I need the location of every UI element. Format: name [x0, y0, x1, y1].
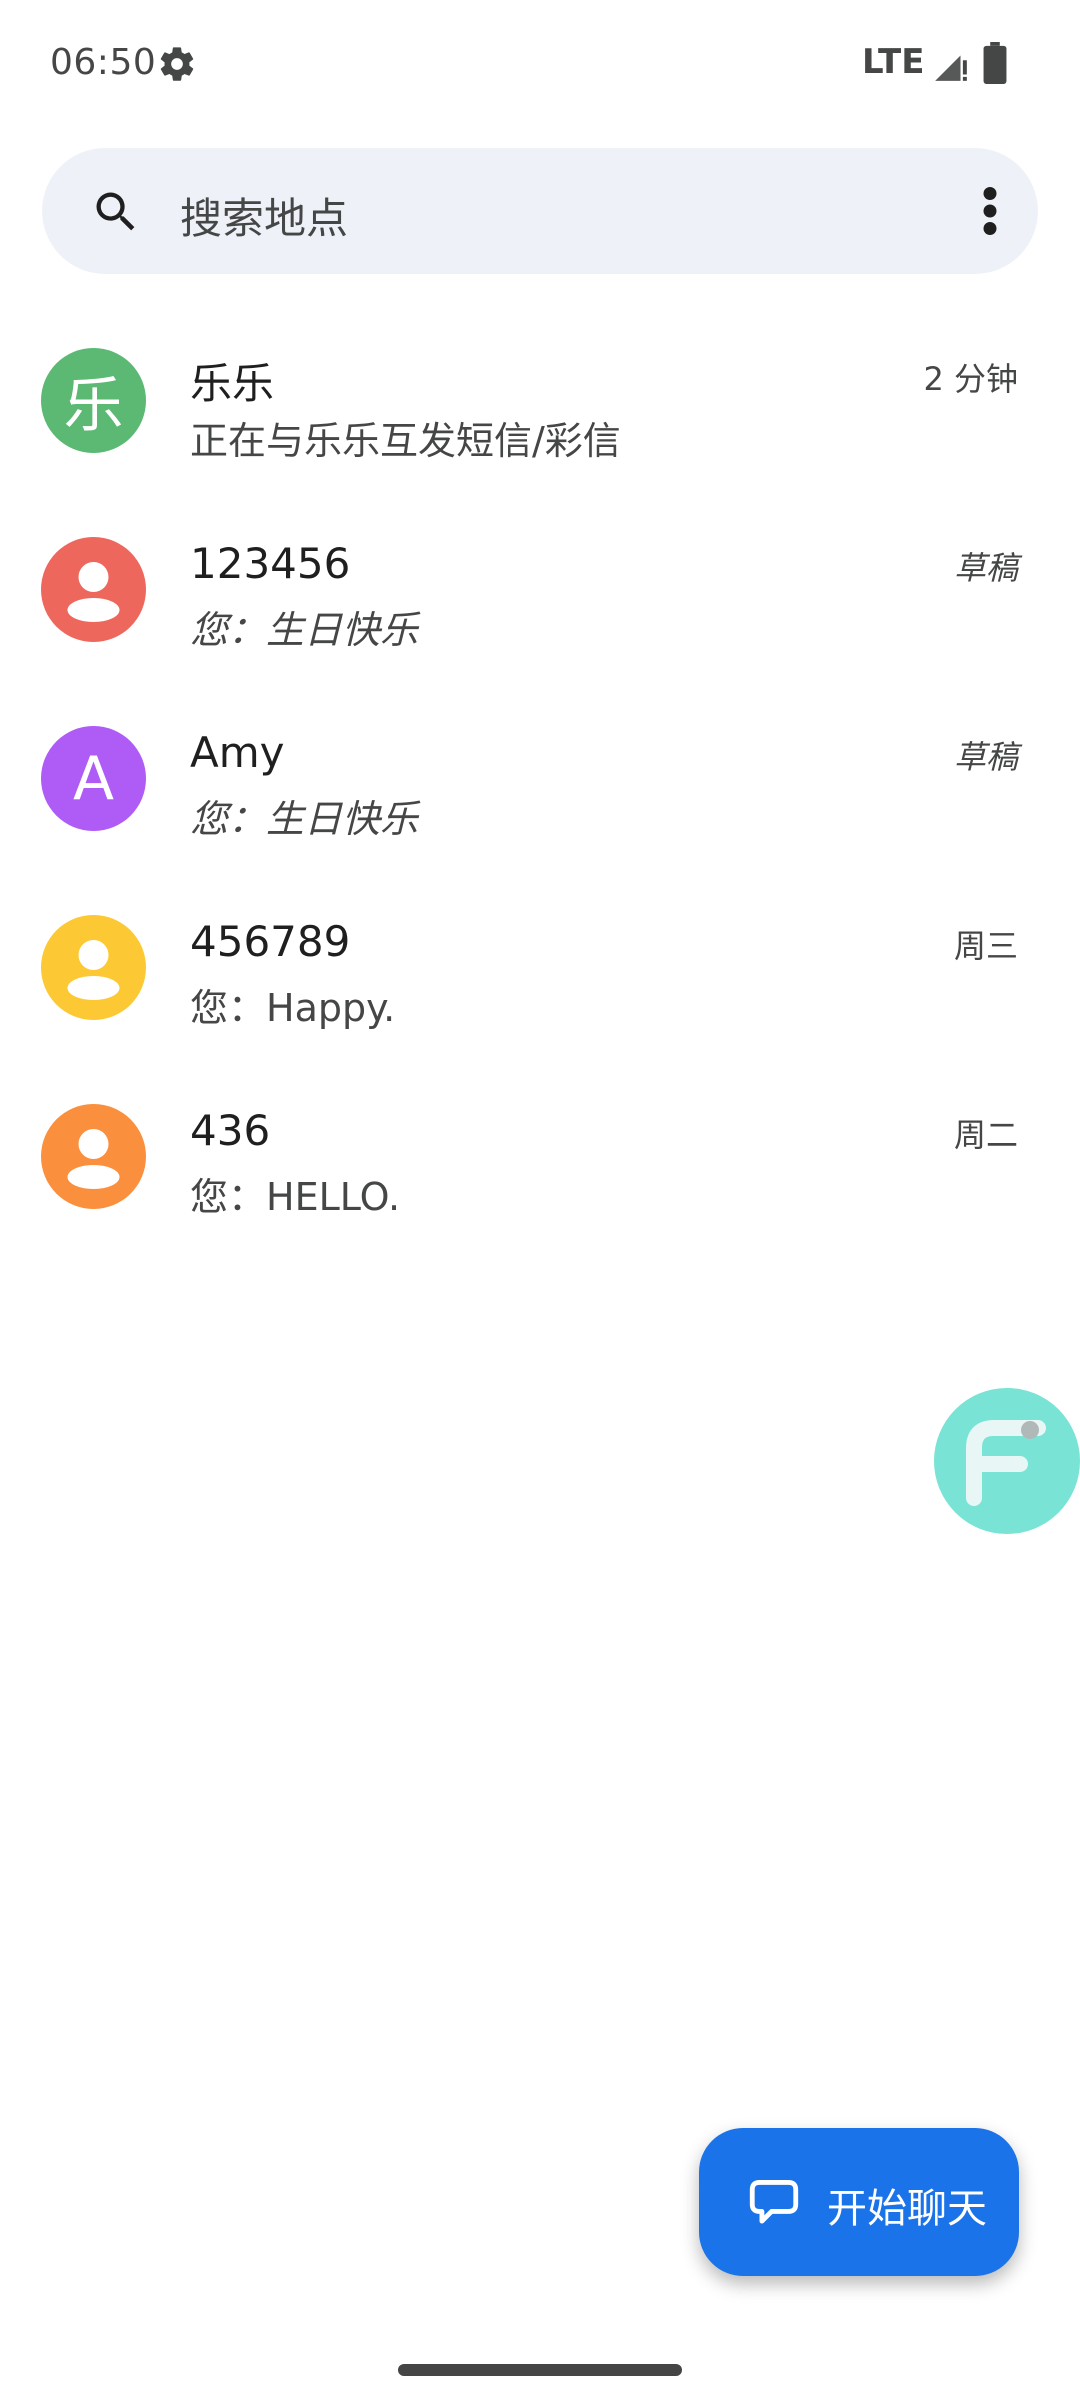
avatar[interactable] [41, 1104, 146, 1209]
conversation-item[interactable]: A Amy 您：生日快乐 草稿 [0, 708, 1080, 897]
f-app-icon [966, 1420, 1046, 1506]
contact-name: 123456 [190, 539, 351, 588]
avatar[interactable]: 乐 [41, 348, 146, 453]
floating-app-bubble[interactable] [934, 1388, 1080, 1534]
start-chat-label: 开始聊天 [827, 2186, 987, 2232]
status-bar: 06:50 LTE [0, 0, 1080, 130]
conversation-list: 乐 乐乐 正在与乐乐互发短信/彩信 2 分钟 123456 您：生日快乐 草稿 … [0, 330, 1080, 1275]
search-icon[interactable] [90, 186, 142, 238]
avatar[interactable] [41, 915, 146, 1020]
person-icon [67, 940, 120, 1000]
avatar-letter: 乐 [63, 371, 124, 441]
battery-icon [983, 42, 1007, 84]
chat-bubble-icon [749, 2180, 799, 2224]
message-snippet: 您：生日快乐 [190, 797, 419, 841]
message-snippet: 您：生日快乐 [190, 608, 419, 652]
gear-icon [160, 47, 194, 81]
person-icon [67, 562, 120, 622]
signal-icon [935, 55, 967, 81]
more-vert-icon[interactable] [982, 186, 998, 236]
message-time: 周三 [953, 927, 1018, 965]
message-snippet: 您：HELLO. [190, 1175, 401, 1219]
person-icon [67, 1129, 120, 1189]
search-input[interactable]: 搜索地点 [180, 185, 348, 246]
message-snippet: 正在与乐乐互发短信/彩信 [190, 419, 621, 463]
contact-name: 436 [190, 1106, 271, 1155]
conversation-item[interactable]: 123456 您：生日快乐 草稿 [0, 519, 1080, 708]
draft-label: 草稿 [953, 738, 1018, 776]
start-chat-button[interactable]: 开始聊天 [699, 2128, 1019, 2276]
message-time: 2 分钟 [923, 360, 1018, 398]
conversation-item[interactable]: 436 您：HELLO. 周二 [0, 1086, 1080, 1275]
search-bar[interactable]: 搜索地点 [42, 148, 1038, 274]
network-type: LTE [862, 42, 925, 82]
contact-name: Amy [190, 728, 285, 777]
conversation-item[interactable]: 456789 您：Happy. 周三 [0, 897, 1080, 1086]
draft-label: 草稿 [953, 549, 1018, 587]
contact-name: 乐乐 [190, 359, 275, 408]
status-time: 06:50 [50, 42, 157, 83]
message-time: 周二 [953, 1116, 1018, 1154]
gesture-nav-bar[interactable] [398, 2364, 682, 2376]
contact-name: 456789 [190, 917, 351, 966]
conversation-item[interactable]: 乐 乐乐 正在与乐乐互发短信/彩信 2 分钟 [0, 330, 1080, 519]
avatar-letter: A [72, 743, 115, 814]
avatar[interactable] [41, 537, 146, 642]
message-snippet: 您：Happy. [190, 986, 396, 1030]
avatar[interactable]: A [41, 726, 146, 831]
